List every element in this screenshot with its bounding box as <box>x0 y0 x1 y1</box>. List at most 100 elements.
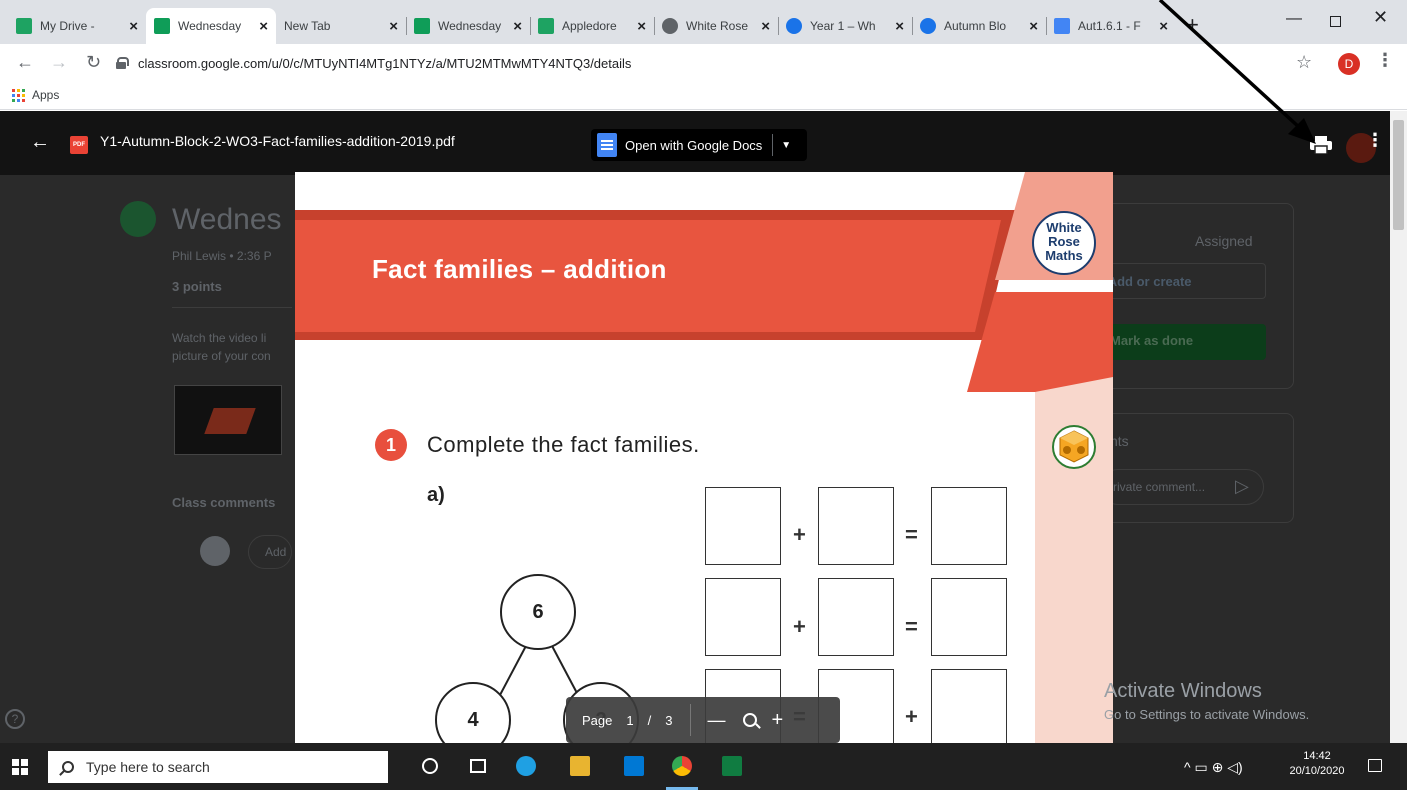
tab-title: Appledore <box>562 19 617 33</box>
task-view-icon[interactable] <box>470 759 486 773</box>
plus-sign: + <box>905 704 918 729</box>
tab-wednesday-active[interactable]: Wednesday × <box>146 8 276 44</box>
edge-icon[interactable] <box>516 756 536 776</box>
windows-taskbar: Type here to search ^ ▭ ⊕ ◁) 14:42 20/10… <box>0 743 1407 790</box>
watermark-line-1: Activate Windows <box>1104 680 1262 702</box>
plus-sign: + <box>793 522 806 547</box>
forward-arrow-icon[interactable]: → <box>50 52 68 73</box>
answer-box[interactable] <box>818 578 894 656</box>
page-label: Page <box>582 712 613 728</box>
part-whole-lines <box>490 643 588 713</box>
apps-grid-icon[interactable] <box>12 89 25 102</box>
close-tab-icon[interactable]: × <box>637 18 646 35</box>
tab-title: White Rose <box>686 19 749 33</box>
taskbar-search-box[interactable]: Type here to search <box>48 751 388 783</box>
store-icon[interactable] <box>624 756 644 776</box>
private-comment-input[interactable]: rivate comment... ▷ <box>1100 469 1264 505</box>
equals-sign: = <box>905 522 918 547</box>
tab-title: Wednesday <box>178 19 242 33</box>
tab-title: New Tab <box>284 19 331 33</box>
tab-autumn-block[interactable]: Autumn Blo × <box>912 8 1047 44</box>
back-arrow-icon[interactable]: ← <box>16 52 34 73</box>
url-text[interactable]: classroom.google.com/u/0/c/MTUyNTI4MTg1N… <box>138 56 631 71</box>
windows-start-icon[interactable] <box>12 759 28 775</box>
taskbar-clock[interactable]: 14:42 20/10/2020 <box>1282 749 1352 779</box>
file-name: Y1-Autumn-Block-2-WO3-Fact-families-addi… <box>100 133 455 149</box>
publisher-icon[interactable] <box>722 756 742 776</box>
page-separator: / <box>647 712 652 728</box>
clock-time: 14:42 <box>1303 750 1331 762</box>
file-explorer-icon[interactable] <box>570 756 590 776</box>
pdf-page-controls: Page 1 / 3 — + <box>566 697 840 743</box>
equals-sign: = <box>905 614 918 639</box>
classroom-icon <box>414 18 430 34</box>
video-thumbnail[interactable] <box>174 385 282 455</box>
tab-title: Aut1.6.1 - F <box>1078 19 1141 33</box>
search-icon <box>62 761 74 773</box>
add-or-create-button[interactable]: + Add or create <box>1096 263 1266 299</box>
close-tab-icon[interactable]: × <box>259 18 268 35</box>
more-options-icon[interactable]: ⋮ <box>1366 130 1384 151</box>
reload-icon[interactable]: ↻ <box>86 52 101 73</box>
close-window-icon[interactable]: ✕ <box>1373 7 1388 28</box>
close-viewer-back-icon[interactable]: ← <box>30 131 50 154</box>
apps-bookmark[interactable]: Apps <box>32 88 59 102</box>
zoom-out-icon[interactable]: — <box>707 710 725 731</box>
close-tab-icon[interactable]: × <box>895 18 904 35</box>
assignment-description-line1: Watch the video li <box>172 331 267 345</box>
video-icon <box>1054 18 1070 34</box>
close-tab-icon[interactable]: × <box>761 18 770 35</box>
close-tab-icon[interactable]: × <box>389 18 398 35</box>
add-class-comment-input[interactable]: Add <box>248 535 292 569</box>
school-icon <box>920 18 936 34</box>
assignment-icon <box>120 201 156 237</box>
cortana-icon[interactable] <box>422 758 438 774</box>
answer-box[interactable] <box>705 487 781 565</box>
tab-white-rose[interactable]: White Rose × <box>654 8 779 44</box>
close-tab-icon[interactable]: × <box>1029 18 1038 35</box>
classroom-icon <box>154 18 170 34</box>
pdf-page: Fact families – addition White Rose Math… <box>295 172 1113 743</box>
dropdown-caret-icon[interactable]: ▼ <box>781 140 791 151</box>
answer-box[interactable] <box>931 487 1007 565</box>
clock-date: 20/10/2020 <box>1289 765 1345 777</box>
chrome-menu-icon[interactable]: ⋮ <box>1376 50 1394 71</box>
assigned-status: Assigned <box>1195 233 1253 249</box>
avatar <box>200 536 230 566</box>
watermark-line-2: Go to Settings to activate Windows. <box>1104 707 1310 722</box>
close-tab-icon[interactable]: × <box>513 18 522 35</box>
private-comments-card <box>1096 413 1294 523</box>
current-page-input[interactable]: 1 <box>626 713 633 728</box>
answer-box[interactable] <box>931 669 1007 743</box>
answer-box[interactable] <box>705 578 781 656</box>
assignment-meta: Phil Lewis • 2:36 P <box>172 249 272 263</box>
zoom-in-icon[interactable]: + <box>771 709 783 732</box>
tab-new-tab[interactable]: New Tab × <box>276 8 407 44</box>
class-comments-label: Class comments <box>172 495 276 510</box>
mark-as-done-button[interactable]: Mark as done <box>1096 324 1266 360</box>
notification-icon[interactable] <box>1368 759 1382 772</box>
scrollbar-thumb[interactable] <box>1393 120 1404 230</box>
plus-sign: + <box>793 614 806 639</box>
tab-title: Wednesday <box>438 19 502 33</box>
google-drive-icon <box>16 18 32 34</box>
zoom-icon <box>743 713 758 727</box>
answer-box[interactable] <box>931 578 1007 656</box>
tab-appledore[interactable]: Appledore × <box>530 8 655 44</box>
system-tray-icons[interactable]: ^ ▭ ⊕ ◁) <box>1184 759 1243 776</box>
google-drive-icon <box>538 18 554 34</box>
close-tab-icon[interactable]: × <box>129 18 138 35</box>
tab-title: My Drive - <box>40 19 95 33</box>
help-icon[interactable]: ? <box>5 709 25 729</box>
open-with-label: Open with Google Docs <box>625 137 763 153</box>
whole-circle: 6 <box>500 574 576 650</box>
activate-windows-watermark: Activate Windows Go to Settings to activ… <box>1104 680 1309 722</box>
answer-box[interactable] <box>818 487 894 565</box>
tab-wednesday[interactable]: Wednesday × <box>406 8 531 44</box>
tab-year-1[interactable]: Year 1 – Wh × <box>778 8 913 44</box>
chrome-icon[interactable] <box>672 756 692 776</box>
open-with-google-docs-button[interactable]: Open with Google Docs ▼ <box>591 129 807 161</box>
address-bar[interactable]: classroom.google.com/u/0/c/MTUyNTI4MTg1N… <box>116 50 1266 76</box>
send-icon[interactable]: ▷ <box>1235 476 1249 497</box>
tab-my-drive[interactable]: My Drive - × <box>8 8 147 44</box>
